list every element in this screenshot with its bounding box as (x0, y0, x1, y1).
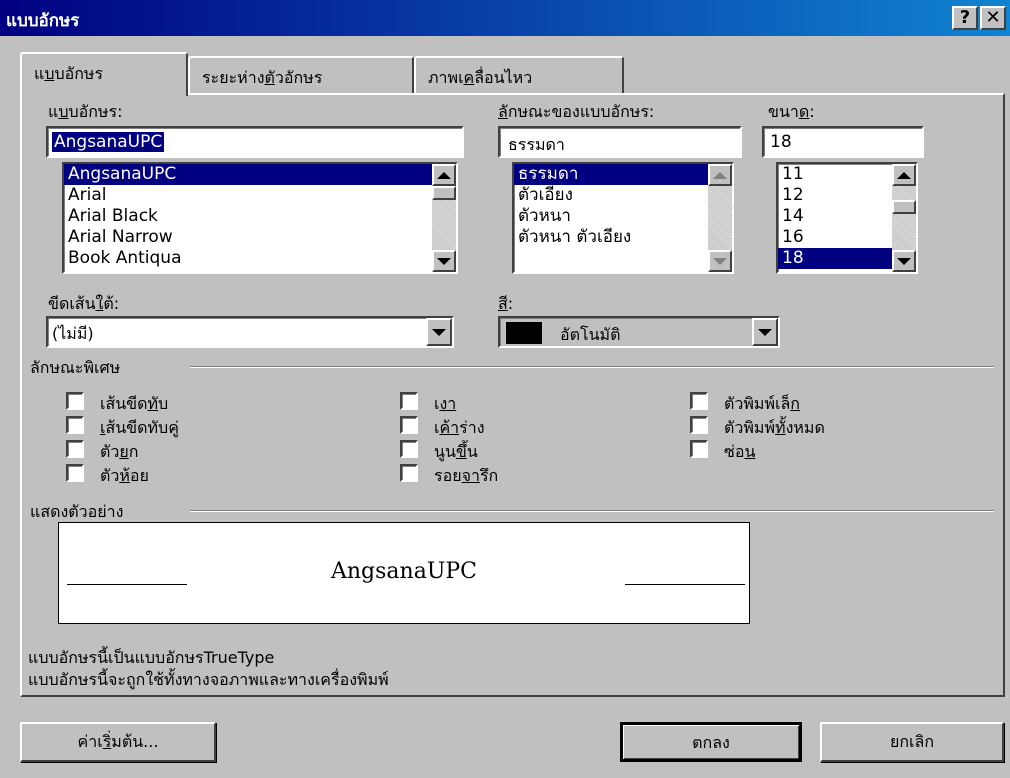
cancel-button[interactable]: ยกเลิก (820, 722, 1004, 762)
scroll-down-button[interactable] (708, 250, 732, 272)
effects-title: ลักษณะพิเศษ (30, 356, 129, 381)
preview-box: AngsanaUPC (58, 522, 750, 624)
double-strikethrough-label: เส้นขีดทับคู่ (100, 418, 179, 437)
font-list-item[interactable]: AngsanaUPC (64, 164, 432, 185)
style-list-item[interactable]: ตัวหนา (514, 206, 708, 227)
font-list-item[interactable]: Arial (64, 185, 432, 206)
font-label: แบบอักษร: (48, 102, 123, 121)
style-input[interactable]: ธรรมดา (498, 126, 742, 158)
style-list-item[interactable]: ตัวเอียง (514, 185, 708, 206)
preview-baseline-right (625, 584, 745, 585)
small-caps-label: ตัวพิมพ์เล็ก (724, 394, 800, 413)
size-input[interactable]: 18 (762, 126, 924, 158)
size-list-item[interactable]: 18 (778, 248, 892, 269)
emboss-label: นูนขึ้น (434, 442, 478, 461)
superscript-label: ตัวยก (100, 442, 139, 461)
engrave-label: รอยจารึก (434, 466, 499, 485)
hidden-checkbox[interactable] (690, 440, 708, 458)
style-label: ลักษณะของแบบอักษร: (498, 102, 655, 121)
font-list[interactable]: AngsanaUPC Arial Arial Black Arial Narrow Bo… (62, 162, 458, 274)
scroll-down-button[interactable] (892, 250, 916, 272)
scroll-up-button[interactable] (708, 164, 732, 186)
all-caps-label: ตัวพิมพ์ทั้งหมด (724, 418, 825, 437)
font-list-item[interactable]: Arial Black (64, 206, 432, 227)
strikethrough-checkbox[interactable] (66, 392, 84, 410)
scroll-thumb[interactable] (432, 186, 456, 200)
style-list-item[interactable]: ธรรมดา (514, 164, 708, 185)
underline-dropdown-button[interactable] (426, 318, 452, 346)
scroll-thumb[interactable] (892, 200, 916, 214)
font-list-item[interactable]: Arial Narrow (64, 227, 432, 248)
effects-divider (190, 366, 994, 368)
preview-baseline-left (67, 584, 187, 585)
scroll-up-button[interactable] (892, 164, 916, 186)
double-strikethrough-checkbox[interactable] (66, 416, 84, 434)
info-line-2: แบบอักษรนี้จะถูกใช้ทั้งทางจอภาพและทางเคร… (28, 670, 389, 689)
size-list-item[interactable]: 16 (778, 227, 892, 248)
subscript-checkbox[interactable] (66, 464, 84, 482)
underline-label: ขีดเส้นใต้: (48, 294, 120, 313)
preview-text: AngsanaUPC (330, 559, 477, 584)
chevron-down-icon (758, 328, 772, 336)
size-list-item[interactable]: 11 (778, 164, 892, 185)
size-list-scrollbar[interactable] (892, 164, 916, 272)
color-label: สี: (498, 294, 514, 313)
underline-select[interactable]: (ไม่มี) (46, 316, 454, 348)
style-list-item[interactable]: ตัวหนา ตัวเอียง (514, 227, 708, 248)
strikethrough-label: เส้นขีดทับ (100, 394, 169, 413)
ok-button[interactable]: ตกลง (620, 722, 802, 762)
style-list[interactable]: ธรรมดา ตัวเอียง ตัวหนา ตัวหนา ตัวเอียง (512, 162, 734, 274)
font-list-scrollbar[interactable] (432, 164, 456, 272)
superscript-checkbox[interactable] (66, 440, 84, 458)
scroll-up-button[interactable] (432, 164, 456, 186)
color-select[interactable]: อัตโนมัติ (498, 316, 780, 348)
arrow-down-icon (713, 257, 727, 265)
size-list-item[interactable]: 12 (778, 185, 892, 206)
outline-checkbox[interactable] (400, 416, 418, 434)
scroll-down-button[interactable] (432, 250, 456, 272)
small-caps-checkbox[interactable] (690, 392, 708, 410)
arrow-up-icon (897, 171, 911, 179)
size-list[interactable]: 11 12 14 16 18 (776, 162, 918, 274)
style-list-scrollbar[interactable] (708, 164, 732, 272)
arrow-down-icon (437, 257, 451, 265)
size-list-item[interactable]: 14 (778, 206, 892, 227)
outline-label: เค้าร่าง (434, 418, 485, 437)
engrave-checkbox[interactable] (400, 464, 418, 482)
size-label: ขนาด: (768, 102, 815, 121)
shadow-label: เงา (434, 394, 457, 413)
font-input[interactable]: AngsanaUPC (46, 126, 464, 158)
color-dropdown-button[interactable] (752, 318, 778, 346)
hidden-label: ซ่อน (724, 442, 756, 461)
preview-divider (190, 510, 994, 512)
color-swatch (506, 322, 542, 344)
all-caps-checkbox[interactable] (690, 416, 708, 434)
subscript-label: ตัวห้อย (100, 466, 149, 485)
arrow-down-icon (897, 257, 911, 265)
shadow-checkbox[interactable] (400, 392, 418, 410)
arrow-up-icon (713, 171, 727, 179)
arrow-up-icon (437, 171, 451, 179)
emboss-checkbox[interactable] (400, 440, 418, 458)
default-button[interactable]: ค่าเริ่มต้น... (20, 722, 216, 762)
font-list-item[interactable]: Book Antiqua (64, 248, 432, 269)
chevron-down-icon (432, 328, 446, 336)
